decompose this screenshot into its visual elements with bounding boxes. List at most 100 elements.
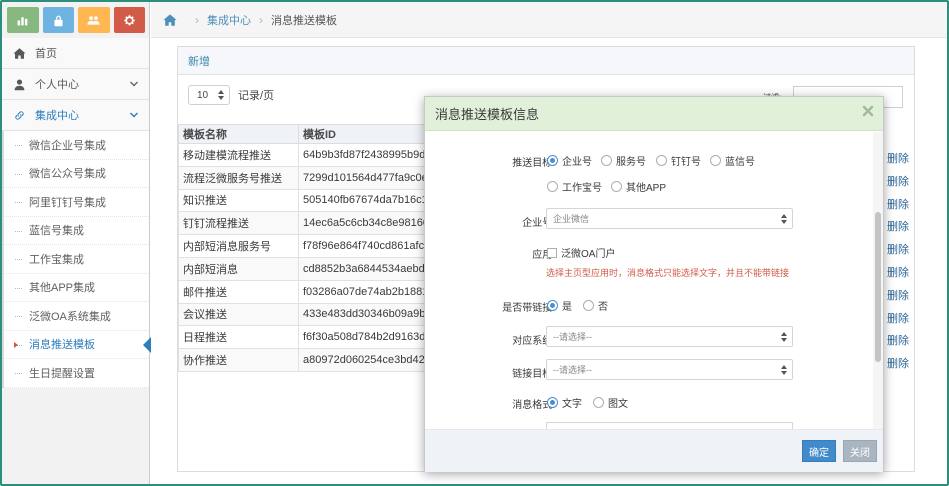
delete-link[interactable]: 删除 (887, 218, 909, 234)
table-row[interactable]: 流程泛微服务号推送 7299d101564d477fa9c0e8 (178, 165, 429, 190)
delete-link[interactable]: 删除 (887, 241, 909, 257)
breadcrumb: › 集成中心 › 消息推送模板 (151, 2, 947, 38)
table-row[interactable]: 日程推送 f6f30a508d784b2d9163d34 (178, 325, 429, 350)
with-link-radio-no[interactable]: 否 (583, 298, 608, 313)
sidebar-subitem[interactable]: 泛微OA系统集成 (4, 302, 149, 331)
with-link-radio-yes[interactable]: 是 (547, 298, 572, 313)
content-textarea[interactable] (546, 422, 793, 429)
push-target-radio-service[interactable]: 服务号 (601, 153, 646, 168)
radio-circle (547, 397, 558, 408)
radio-circle (611, 181, 622, 192)
sidebar-subitem[interactable]: 其他APP集成 (4, 273, 149, 302)
link-target-select[interactable]: --请选择-- (546, 359, 793, 380)
delete-link[interactable]: 删除 (887, 264, 909, 280)
push-target-radio-enterprise[interactable]: 企业号 (547, 153, 592, 168)
sidebar-subitem-label: 微信公众号集成 (29, 168, 106, 181)
records-per-page-label: 记录/页 (238, 90, 275, 102)
format-radio-image-text[interactable]: 图文 (593, 395, 628, 410)
radio-label: 钉钉号 (671, 157, 701, 168)
sidebar-subitem-label: 阿里钉钉号集成 (29, 196, 106, 209)
shortcut-users-button[interactable] (78, 7, 110, 33)
shortcut-chart-button[interactable] (7, 7, 39, 33)
cell-template-id: 433e483dd30346b09a9b5e (298, 302, 429, 327)
breadcrumb-separator: › (195, 12, 199, 27)
sidebar-item-personal[interactable]: 个人中心 (2, 69, 149, 100)
sidebar-subitem[interactable]: 工作宝集成 (4, 245, 149, 274)
push-target-radio-gongzuobao[interactable]: 工作宝号 (547, 179, 602, 194)
enterprise-select[interactable]: 企业微信 (546, 208, 793, 229)
sidebar-subitem[interactable]: 生日提醒设置 (4, 359, 149, 388)
home-icon (11, 45, 27, 61)
sidebar-subitem[interactable]: 消息推送模板 (4, 330, 151, 359)
cell-template-id: 7299d101564d477fa9c0e8 (298, 165, 429, 190)
page-size-select[interactable]: 10 (188, 85, 230, 105)
cell-template-id: cd8852b3a6844534aebd22 (298, 256, 429, 281)
column-header-id[interactable]: 模板ID (298, 124, 429, 144)
dialog-scrollbar[interactable] (873, 132, 883, 429)
delete-link[interactable]: 删除 (887, 287, 909, 303)
delete-link[interactable]: 删除 (887, 150, 909, 166)
table-header-row: 模板名称 模板ID (178, 124, 429, 144)
cell-template-id: 64b9b3fd87f2438995b9d8b (298, 143, 429, 167)
format-radio-text[interactable]: 文字 (547, 395, 582, 410)
close-icon[interactable] (861, 104, 875, 118)
delete-link[interactable]: 删除 (887, 355, 909, 371)
system-select-value: --请选择-- (553, 332, 592, 342)
table-row[interactable]: 协作推送 a80972d060254ce3bd42cf (178, 348, 429, 372)
column-header-name[interactable]: 模板名称 (178, 124, 299, 144)
scrollbar-thumb[interactable] (875, 212, 881, 362)
shortcut-lock-button[interactable] (42, 7, 74, 33)
checkbox-label: 泛微OA门户 (561, 249, 616, 260)
table-row[interactable]: 会议推送 433e483dd30346b09a9b5e (178, 302, 429, 327)
sidebar-item-home[interactable]: 首页 (2, 38, 149, 69)
table-row[interactable]: 钉钉流程推送 14ec6a5c6cb34c8e981608 (178, 211, 429, 236)
chart-icon (17, 16, 28, 25)
table-row[interactable]: 内部短消息 cd8852b3a6844534aebd22 (178, 256, 429, 281)
delete-link[interactable]: 删除 (887, 332, 909, 348)
sidebar-subitem[interactable]: 阿里钉钉号集成 (4, 188, 149, 217)
table-row[interactable]: 移动建模流程推送 64b9b3fd87f2438995b9d8b (178, 143, 429, 167)
cell-template-name: 内部短消息服务号 (178, 234, 299, 258)
user-icon (11, 76, 27, 92)
sidebar-item-label: 个人中心 (35, 79, 79, 91)
sidebar-subitem-label: 工作宝集成 (29, 253, 84, 266)
add-button[interactable]: 新增 (188, 53, 210, 69)
breadcrumb-level1[interactable]: 集成中心 (207, 12, 251, 28)
breadcrumb-current: 消息推送模板 (271, 14, 337, 27)
gear-icon (124, 14, 135, 25)
table-row[interactable]: 内部短消息服务号 f78f96e864f740cd861afc81 (178, 234, 429, 258)
push-target-radio-lanxin[interactable]: 蓝信号 (710, 153, 755, 168)
sidebar-subitem-label: 泛微OA系统集成 (29, 310, 111, 323)
confirm-button[interactable]: 确定 (802, 440, 836, 462)
cell-template-name: 内部短消息 (178, 256, 299, 281)
push-target-radio-other-app[interactable]: 其他APP (611, 179, 666, 194)
cell-template-id: f03286a07de74ab2b1881c (298, 279, 429, 304)
sidebar-subitem[interactable]: 微信企业号集成 (4, 131, 149, 160)
sidebar-subitem[interactable]: 微信公众号集成 (4, 159, 149, 188)
cell-template-id: f6f30a508d784b2d9163d34 (298, 325, 429, 350)
delete-link[interactable]: 删除 (887, 310, 909, 326)
app-window: 首页 个人中心 集成中心 微信企业号集成 微信公众号集成 阿里钉钉号集成 蓝信号集成工… (0, 0, 949, 486)
home-icon[interactable] (163, 13, 177, 27)
sidebar-subitem[interactable]: 蓝信号集成 (4, 216, 149, 245)
table-row[interactable]: 邮件推送 f03286a07de74ab2b1881c (178, 279, 429, 304)
delete-link[interactable]: 删除 (887, 173, 909, 189)
push-target-radio-dingtalk[interactable]: 钉钉号 (656, 153, 701, 168)
panel-header: 新增 (178, 47, 914, 75)
lock-icon (54, 15, 63, 26)
radio-label: 蓝信号 (725, 157, 755, 168)
sidebar-subitem-label: 蓝信号集成 (29, 225, 84, 238)
breadcrumb-separator: › (259, 12, 263, 27)
close-button[interactable]: 关闭 (843, 440, 877, 462)
table-row[interactable]: 知识推送 505140fb67674da7b16c17 (178, 188, 429, 213)
enterprise-select-value: 企业微信 (553, 214, 590, 224)
active-caret-icon (14, 341, 18, 348)
radio-circle (547, 300, 558, 311)
link-target-select-value: --请选择-- (553, 365, 592, 375)
sidebar-item-integration[interactable]: 集成中心 (2, 100, 149, 131)
radio-circle (583, 300, 594, 311)
shortcut-settings-button[interactable] (113, 7, 145, 33)
delete-link[interactable]: 删除 (887, 196, 909, 212)
system-select[interactable]: --请选择-- (546, 326, 793, 347)
app-checkbox-oa-portal[interactable]: 泛微OA门户 (547, 245, 615, 260)
